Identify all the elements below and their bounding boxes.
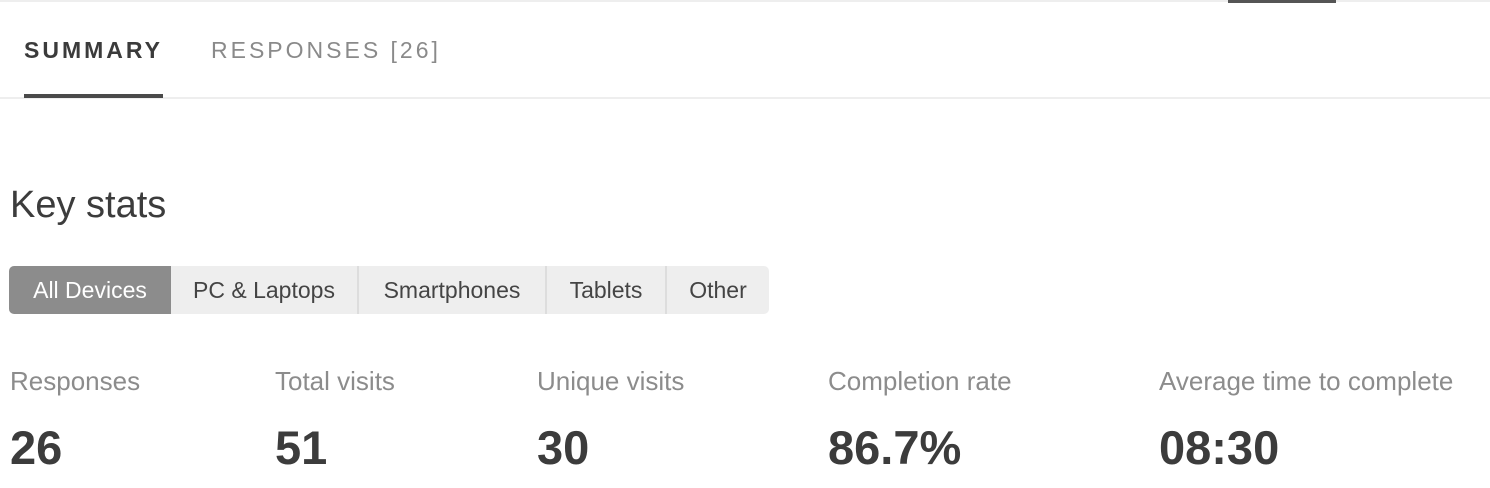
stat-value: 86.7% xyxy=(828,421,962,474)
key-stats-title: Key stats xyxy=(10,184,167,226)
filter-all-devices[interactable]: All Devices xyxy=(9,266,171,314)
filter-other[interactable]: Other xyxy=(667,266,769,314)
stat-label: Total visits xyxy=(275,366,395,396)
tab-bar: SUMMARY RESPONSES [26] xyxy=(0,0,1490,99)
device-filter: All Devices PC & Laptops Smartphones Tab… xyxy=(9,266,769,314)
tab-responses[interactable]: RESPONSES [26] xyxy=(211,0,441,97)
stat-value: 26 xyxy=(10,421,63,474)
stat-value: 08:30 xyxy=(1159,421,1280,474)
stat-label: Responses xyxy=(10,366,141,396)
stat-value: 30 xyxy=(537,421,590,474)
stat-label: Completion rate xyxy=(828,366,1012,396)
filter-smartphones[interactable]: Smartphones xyxy=(359,266,547,314)
filter-tablets[interactable]: Tablets xyxy=(547,266,667,314)
stat-label: Average time to complete xyxy=(1159,366,1454,396)
stat-label: Unique visits xyxy=(537,366,685,396)
filter-pc-laptops[interactable]: PC & Laptops xyxy=(171,266,359,314)
stat-value: 51 xyxy=(275,421,328,474)
tab-summary[interactable]: SUMMARY xyxy=(24,0,163,98)
